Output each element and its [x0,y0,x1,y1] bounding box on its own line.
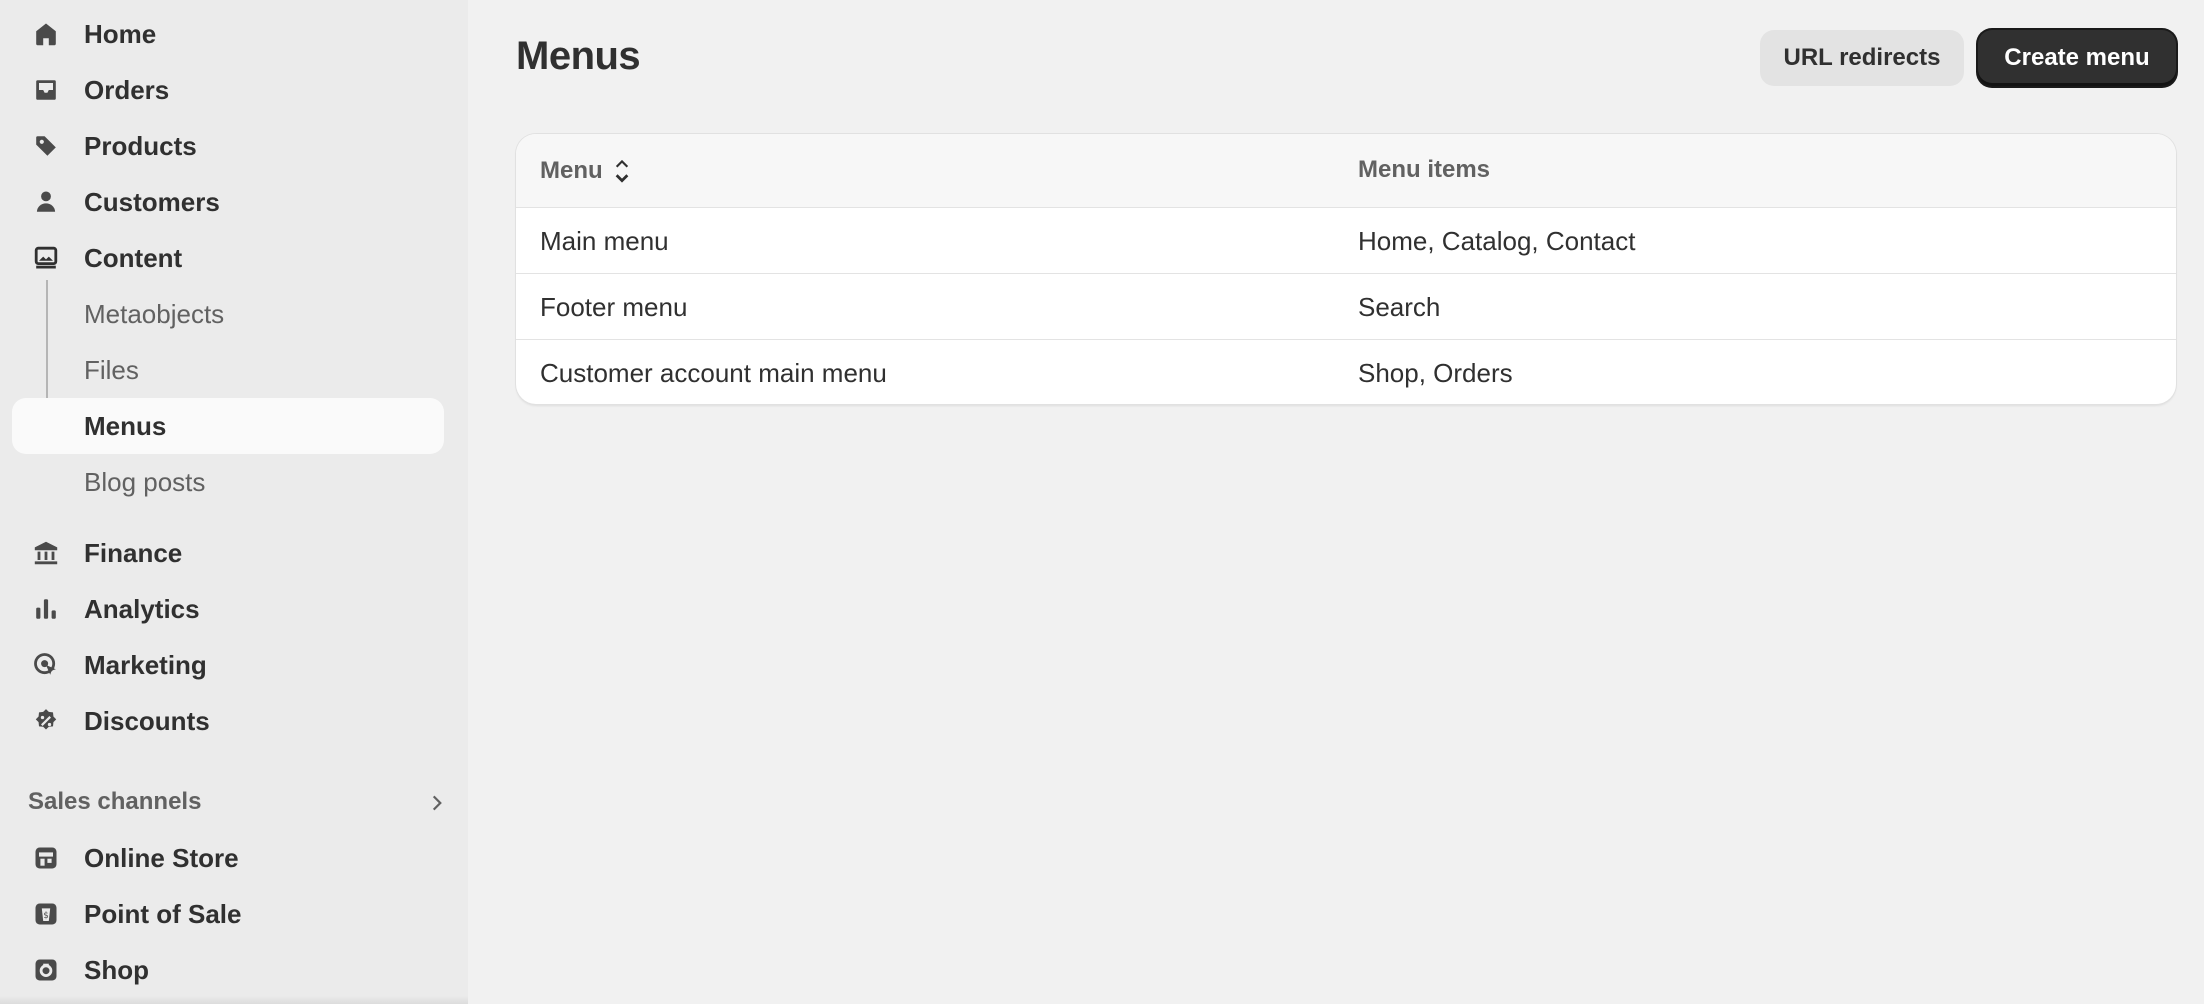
menu-items-cell: Home, Catalog, Contact [1358,226,1636,256]
sidebar-item-home[interactable]: Home [12,6,444,62]
menu-name-cell[interactable]: Footer menu [540,292,687,323]
sales-channels-header[interactable]: Sales channels [28,784,448,820]
person-icon [32,188,60,216]
sidebar-item-products[interactable]: Products [12,118,444,174]
sidebar-item-marketing[interactable]: Marketing [12,637,444,693]
sidebar-item-point-of-sale[interactable]: $ Point of Sale [12,886,444,942]
table-row[interactable]: Main menu Home, Catalog, Contact [516,208,2176,274]
bar-chart-icon [32,595,60,623]
main-content: Menus URL redirects Create menu Menu Men… [468,0,2204,1004]
home-icon [32,20,60,48]
sidebar-item-metaobjects[interactable]: Metaobjects [12,286,444,342]
storefront-icon [32,844,60,872]
sidebar-item-label: Menus [84,410,167,441]
table-row[interactable]: Footer menu Search [516,274,2176,340]
inbox-icon [32,76,60,104]
sidebar-item-orders[interactable]: Orders [12,62,444,118]
shop-icon [32,956,60,984]
menu-items-cell: Search [1358,292,1441,322]
svg-text:$: $ [43,910,48,920]
discount-icon [32,707,60,735]
sidebar-item-label: Metaobjects [84,298,225,329]
menu-items-cell: Shop, Orders [1358,358,1513,388]
sidebar-item-label: Customers [84,186,220,217]
sidebar-item-label: Online Store [84,842,239,873]
sidebar-item-content[interactable]: Content [12,230,444,286]
table-row[interactable]: Customer account main menu Shop, Orders [516,340,2176,404]
column-header-menu-items: Menu items [1358,156,1490,184]
sidebar-item-label: Products [84,130,197,161]
chevron-right-icon [432,795,442,811]
table-header: Menu Menu items [516,134,2176,208]
sidebar-item-menus[interactable]: Menus [12,398,444,454]
sidebar-item-online-store[interactable]: Online Store [12,830,444,886]
sidebar-scroll-fade [0,996,468,1004]
tag-icon [32,132,60,160]
sidebar-item-label: Analytics [84,593,200,624]
page-title: Menus [516,34,641,78]
sidebar-item-label: Home [84,18,157,49]
menu-name-cell[interactable]: Customer account main menu [540,358,887,389]
sidebar-item-label: Point of Sale [84,898,242,929]
create-menu-button[interactable]: Create menu [1978,30,2176,86]
sidebar-item-label: Marketing [84,649,207,680]
sidebar-item-shop[interactable]: Shop [12,942,444,998]
sidebar-item-label: Shop [84,954,149,985]
sort-icon[interactable] [611,156,633,186]
sidebar-item-analytics[interactable]: Analytics [12,581,444,637]
sidebar-item-label: Discounts [84,705,210,736]
sidebar-item-label: Orders [84,74,170,105]
column-header-label: Menu [540,157,603,184]
sidebar-item-files[interactable]: Files [12,342,444,398]
bank-icon [32,539,60,567]
target-icon [32,651,60,679]
sales-channels-title: Sales channels [28,788,202,815]
sidebar-item-label: Finance [84,537,183,568]
menu-name-cell[interactable]: Main menu [540,226,669,257]
sidebar-item-finance[interactable]: Finance [12,525,444,581]
sidebar-item-label: Files [84,354,139,385]
sidebar-item-blog-posts[interactable]: Blog posts [12,454,444,510]
pos-icon: $ [32,900,60,928]
url-redirects-button[interactable]: URL redirects [1760,30,1964,86]
sidebar-item-discounts[interactable]: Discounts [12,693,444,749]
sidebar-item-customers[interactable]: Customers [12,174,444,230]
sidebar-item-label: Content [84,242,183,273]
menus-table: Menu Menu items Main menu Home, Catalog,… [516,134,2176,404]
column-header-label: Menu items [1358,156,1491,183]
column-header-menu[interactable]: Menu [540,156,633,186]
image-icon [32,244,60,272]
sidebar-item-label: Blog posts [84,466,206,497]
sidebar: Home Orders Products Customers Content M… [0,0,468,1004]
